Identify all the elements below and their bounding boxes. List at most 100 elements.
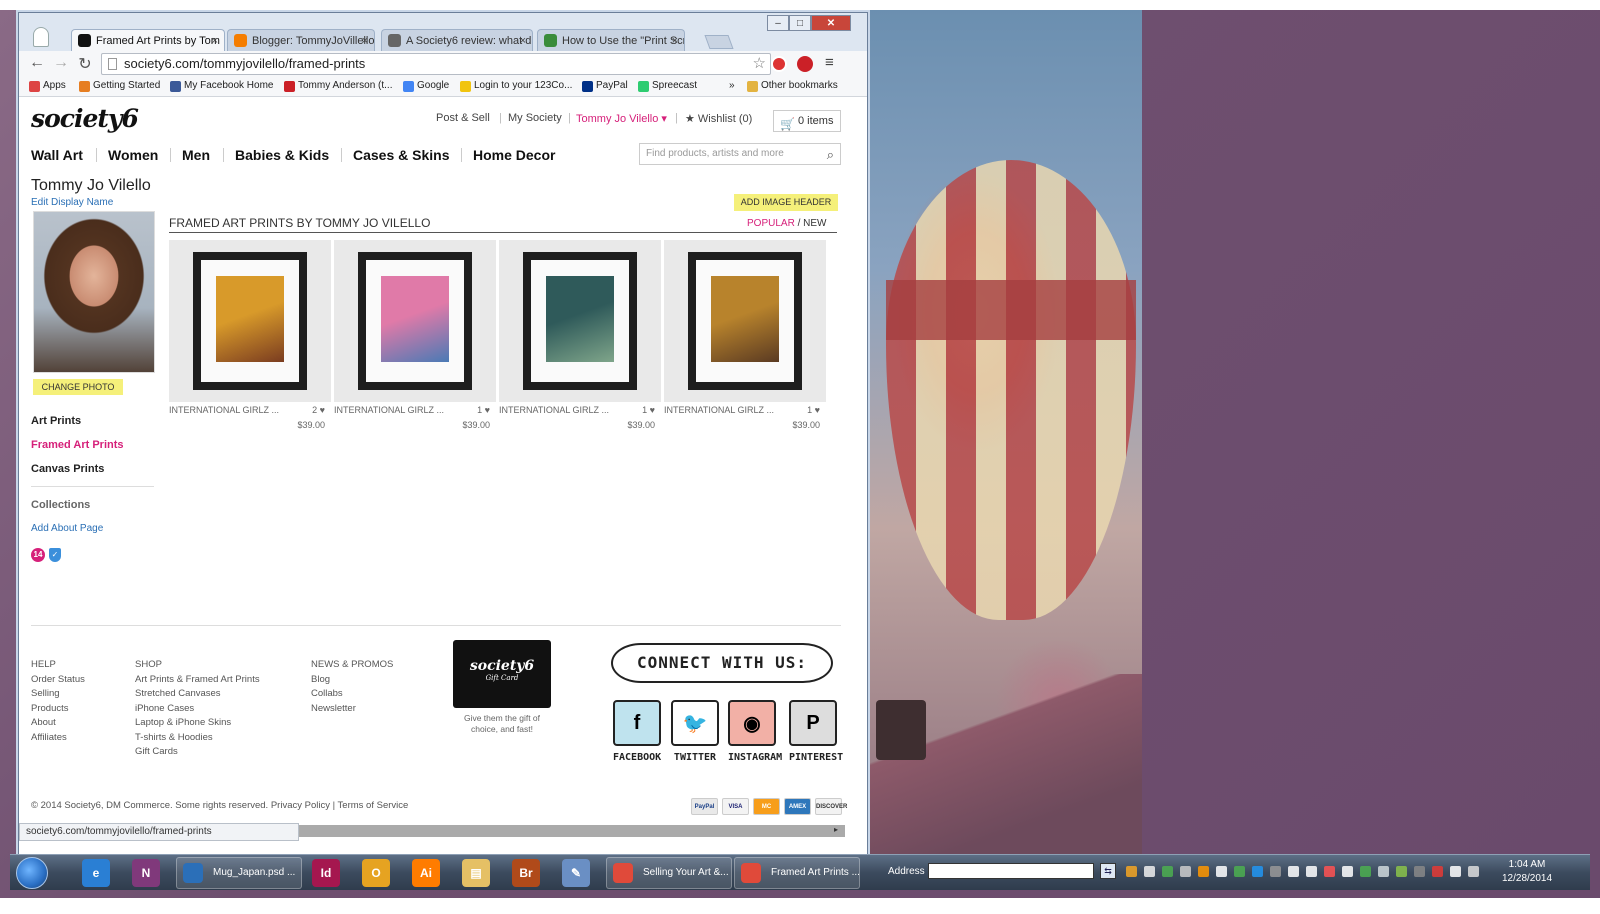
sidebar-link-canvas-prints[interactable]: Canvas Prints [31, 463, 104, 475]
sidebar-link-art-prints[interactable]: Art Prints [31, 415, 81, 427]
maximize-button[interactable]: □ [789, 15, 811, 31]
reload-icon[interactable]: ↻ [75, 54, 95, 74]
product-name[interactable]: INTERNATIONAL GIRLZ ... [664, 405, 774, 415]
address-go-icon[interactable]: ⇆ [1100, 863, 1116, 879]
tab-close-icon[interactable]: × [362, 30, 368, 51]
system-tray-icon[interactable] [1432, 866, 1443, 877]
illustrator-icon[interactable]: Ai [412, 859, 440, 887]
footer-link[interactable]: Art Prints & Framed Art Prints [135, 673, 260, 688]
bookmark-item[interactable]: PayPal [582, 80, 628, 92]
start-button[interactable] [16, 857, 48, 889]
system-tray-icon[interactable] [1234, 866, 1245, 877]
product-name[interactable]: INTERNATIONAL GIRLZ ... [169, 405, 279, 415]
search-icon[interactable]: ⌕ [827, 145, 834, 165]
taskbar-window-button[interactable]: Selling Your Art &... [606, 857, 732, 889]
system-tray-icon[interactable] [1126, 866, 1137, 877]
address-bar[interactable]: society6.com/tommyjovilello/framed-print… [101, 53, 771, 75]
footer-link[interactable]: iPhone Cases [135, 702, 260, 717]
product-likes[interactable]: 1 ♥ [807, 405, 820, 415]
product-likes[interactable]: 1 ♥ [477, 405, 490, 415]
user-menu-link[interactable]: Tommy Jo Vilello ▾ [576, 112, 667, 125]
back-arrow-icon[interactable]: ← [27, 54, 47, 72]
main-nav-wall-art[interactable]: Wall Art [31, 147, 83, 163]
explorer-icon[interactable]: ▤ [462, 859, 490, 887]
add-about-page-link[interactable]: Add About Page [31, 523, 103, 534]
bookmark-item[interactable]: My Facebook Home [170, 80, 273, 92]
sidebar-link-framed-art-prints[interactable]: Framed Art Prints [31, 439, 124, 451]
system-tray-icon[interactable] [1162, 866, 1173, 877]
search-input[interactable]: Find products, artists and more ⌕ [639, 143, 841, 165]
system-tray-icon[interactable] [1360, 866, 1371, 877]
product-card[interactable]: INTERNATIONAL GIRLZ ... 2 ♥ $39.00 [169, 240, 331, 430]
tab-close-icon[interactable]: × [520, 30, 526, 51]
bookmark-item[interactable]: Other bookmarks [747, 80, 838, 92]
bookmark-item[interactable]: Login to your 123Co... [460, 80, 572, 92]
minimize-button[interactable]: – [767, 15, 789, 31]
profile-avatar-icon[interactable] [33, 27, 49, 47]
product-likes[interactable]: 1 ♥ [642, 405, 655, 415]
society6-logo[interactable]: society6 [31, 104, 139, 133]
main-nav-men[interactable]: Men [182, 147, 210, 163]
system-tray-icon[interactable] [1270, 866, 1281, 877]
footer-link[interactable]: T-shirts & Hoodies [135, 731, 260, 746]
cart-button[interactable]: 🛒 0 items [773, 110, 841, 132]
product-thumbnail[interactable] [169, 240, 331, 402]
product-card[interactable]: INTERNATIONAL GIRLZ ... 1 ♥ $39.00 [664, 240, 826, 430]
main-nav-babies-kids[interactable]: Babies & Kids [235, 147, 329, 163]
footer-link[interactable]: About [31, 716, 85, 731]
product-thumbnail[interactable] [664, 240, 826, 402]
system-tray-icon[interactable] [1396, 866, 1407, 877]
ie-icon[interactable]: e [82, 859, 110, 887]
browser-tab[interactable]: A Society6 review: what d × [381, 29, 533, 51]
footer-link[interactable]: Affiliates [31, 731, 85, 746]
post-sell-link[interactable]: Post & Sell [436, 112, 490, 124]
wishlist-link[interactable]: ★ Wishlist (0) [685, 112, 752, 125]
footer-link[interactable]: Newsletter [311, 702, 393, 717]
footer-link[interactable]: Collabs [311, 687, 393, 702]
forward-arrow-icon[interactable]: → [51, 54, 71, 72]
address-toolbar-input[interactable] [928, 863, 1094, 879]
bookmark-item[interactable]: Getting Started [79, 80, 160, 92]
product-thumbnail[interactable] [499, 240, 661, 402]
footer-link[interactable]: Products [31, 702, 85, 717]
social-twitter-link[interactable]: 🐦 TWITTER [671, 700, 719, 763]
product-name[interactable]: INTERNATIONAL GIRLZ ... [334, 405, 444, 415]
footer-link[interactable]: Stretched Canvases [135, 687, 260, 702]
product-name[interactable]: INTERNATIONAL GIRLZ ... [499, 405, 609, 415]
main-nav-home-decor[interactable]: Home Decor [473, 147, 555, 163]
onenote-icon[interactable]: N [132, 859, 160, 887]
system-tray-icon[interactable] [1198, 866, 1209, 877]
feather-icon[interactable]: ✎ [562, 859, 590, 887]
footer-link[interactable]: Gift Cards [135, 745, 260, 760]
system-tray-icon[interactable] [1414, 866, 1425, 877]
bridge-icon[interactable]: Br [512, 859, 540, 887]
main-nav-cases-skins[interactable]: Cases & Skins [353, 147, 450, 163]
product-thumbnail[interactable] [334, 240, 496, 402]
taskbar-window-button[interactable]: Framed Art Prints ... [734, 857, 860, 889]
tab-close-icon[interactable]: × [212, 30, 218, 51]
browser-tab[interactable]: Blogger: TommyJoVillello × [227, 29, 375, 51]
main-nav-women[interactable]: Women [108, 147, 158, 163]
browser-tab[interactable]: How to Use the "Print Scr × [537, 29, 685, 51]
footer-link[interactable]: Order Status [31, 673, 85, 688]
system-tray-icon[interactable] [1378, 866, 1389, 877]
system-tray-icon[interactable] [1306, 866, 1317, 877]
bookmark-item[interactable]: Google [403, 80, 449, 92]
scroll-right-arrow-icon[interactable]: ▸ [834, 825, 838, 834]
close-window-button[interactable]: ✕ [811, 15, 851, 31]
system-tray-icon[interactable] [1468, 866, 1479, 877]
edit-display-name-link[interactable]: Edit Display Name [31, 197, 113, 208]
product-card[interactable]: INTERNATIONAL GIRLZ ... 1 ♥ $39.00 [334, 240, 496, 430]
bookmark-star-icon[interactable]: ☆ [753, 54, 766, 74]
system-tray-icon[interactable] [1450, 866, 1461, 877]
chrome-menu-icon[interactable]: ≡ [825, 54, 834, 71]
indesign-icon[interactable]: Id [312, 859, 340, 887]
footer-link[interactable]: Laptop & iPhone Skins [135, 716, 260, 731]
outlook-icon[interactable]: O [362, 859, 390, 887]
new-tab-button[interactable] [704, 35, 734, 49]
add-image-header-button[interactable]: ADD IMAGE HEADER [734, 194, 838, 211]
privacy-policy-link[interactable]: Privacy Policy [271, 800, 330, 811]
gift-card-image[interactable]: society6 Gift Card [453, 640, 551, 708]
system-tray-icon[interactable] [1342, 866, 1353, 877]
collections-heading[interactable]: Collections [31, 499, 90, 511]
